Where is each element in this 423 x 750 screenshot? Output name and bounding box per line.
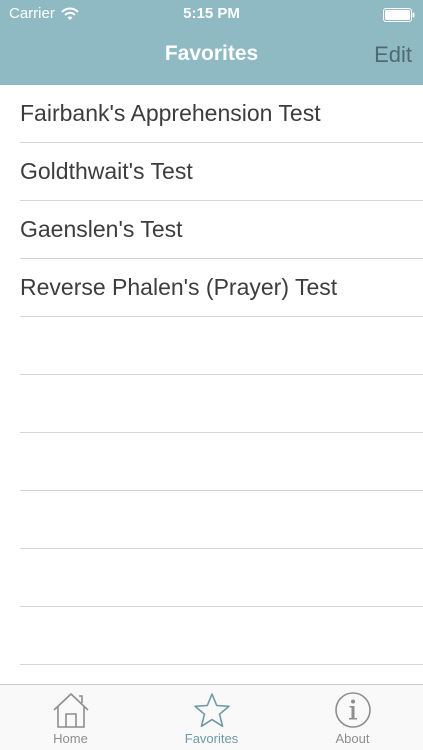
tab-label: Home bbox=[53, 731, 88, 746]
battery-icon bbox=[383, 8, 415, 22]
star-icon bbox=[193, 693, 230, 728]
tab-bar: Home Favorites About bbox=[0, 684, 423, 750]
status-time: 5:15 PM bbox=[183, 5, 240, 22]
empty-row bbox=[20, 375, 423, 433]
home-icon bbox=[52, 693, 89, 728]
list-item[interactable]: Gaenslen's Test bbox=[20, 201, 423, 259]
tab-favorites[interactable]: Favorites bbox=[141, 685, 282, 750]
tab-label: About bbox=[335, 731, 370, 746]
header: Carrier 5:15 PM Favorites Edit bbox=[0, 0, 423, 85]
empty-row bbox=[20, 317, 423, 375]
page-title: Favorites bbox=[164, 42, 259, 65]
status-bar: Carrier 5:15 PM bbox=[0, 0, 423, 28]
list-item[interactable]: Reverse Phalen's (Prayer) Test bbox=[20, 259, 423, 317]
empty-row bbox=[20, 607, 423, 665]
list-item[interactable]: Goldthwait's Test bbox=[20, 143, 423, 201]
tab-home[interactable]: Home bbox=[0, 685, 141, 750]
edit-button[interactable]: Edit bbox=[374, 42, 412, 68]
tab-label: Favorites bbox=[184, 731, 239, 746]
info-icon bbox=[334, 692, 371, 728]
list-item[interactable]: Fairbank's Apprehension Test bbox=[20, 85, 423, 143]
empty-row bbox=[20, 433, 423, 491]
empty-row bbox=[20, 549, 423, 607]
favorites-list: Fairbank's Apprehension Test Goldthwait'… bbox=[0, 85, 423, 665]
tab-about[interactable]: About bbox=[282, 685, 423, 750]
empty-row bbox=[20, 491, 423, 549]
